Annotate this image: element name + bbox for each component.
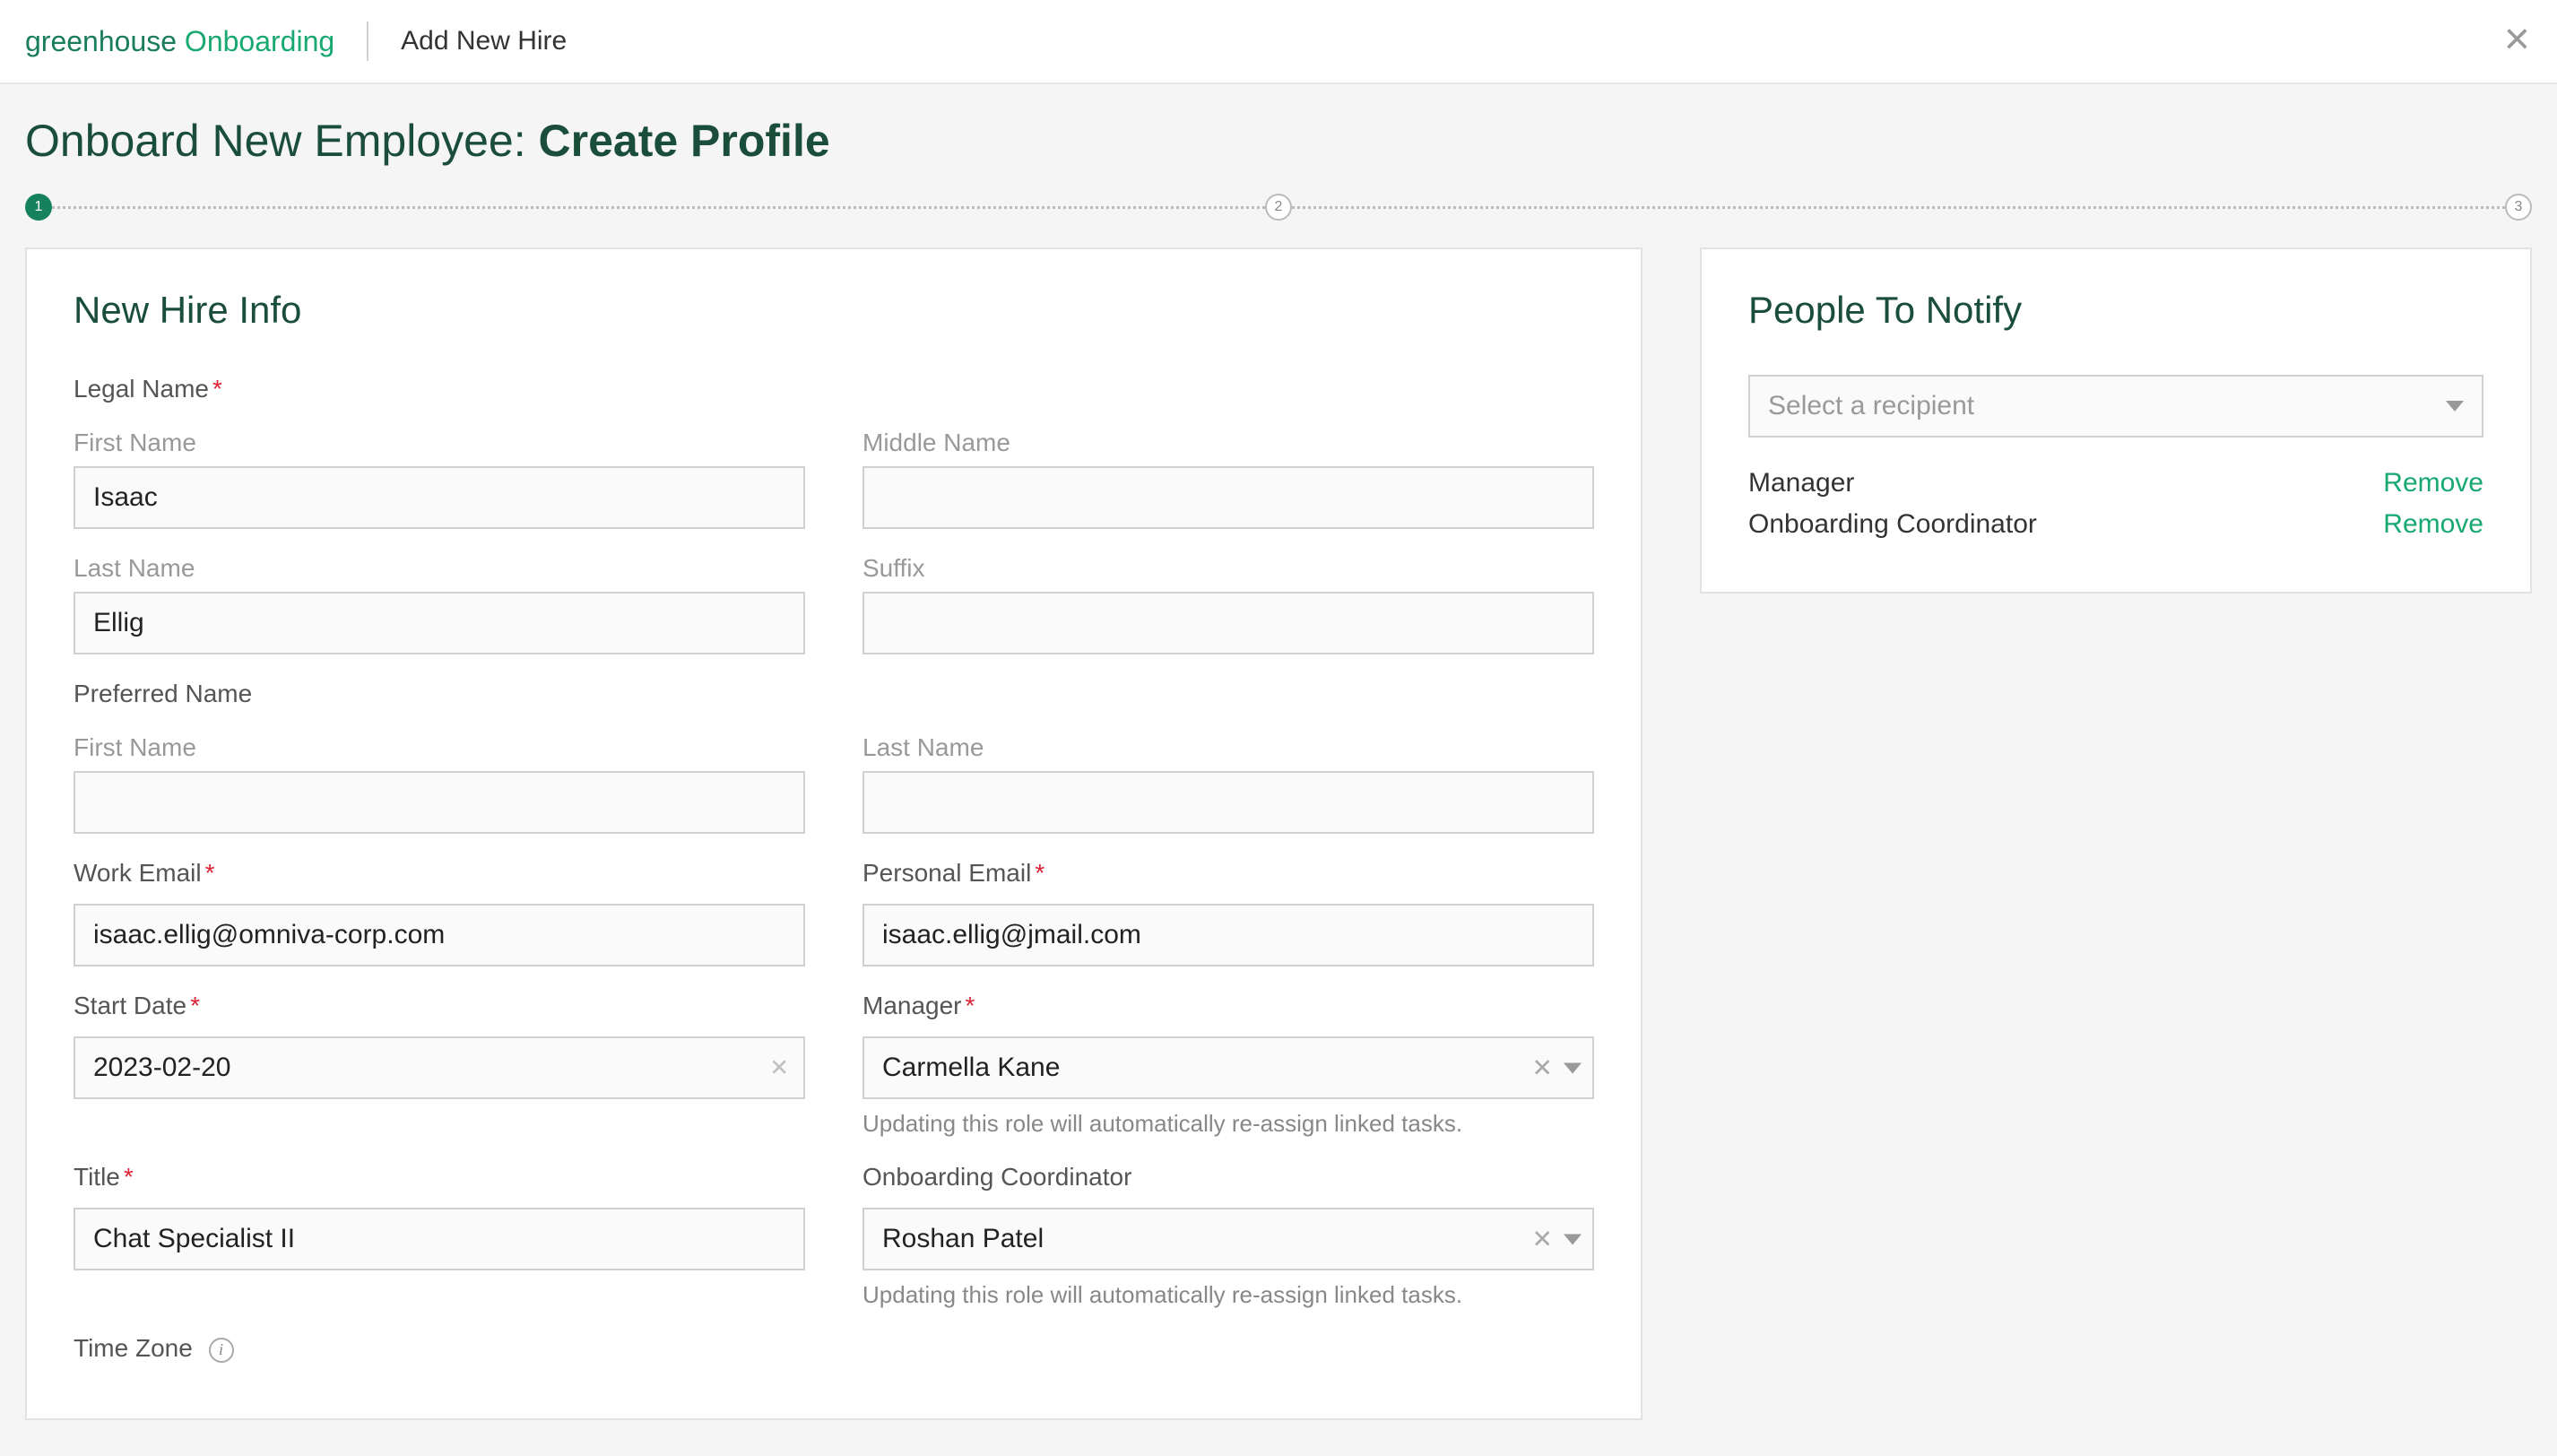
header-subtitle: Add New Hire	[401, 26, 567, 56]
start-date-label: Start Date*	[74, 992, 805, 1020]
logo-main: greenhouse	[25, 25, 177, 57]
work-email-input[interactable]	[74, 904, 805, 966]
preferred-name-section: Preferred Name First Name Last Name	[74, 680, 1594, 834]
app-logo: greenhouse Onboarding	[25, 25, 334, 58]
suffix-label: Suffix	[862, 554, 1594, 583]
new-hire-title: New Hire Info	[74, 289, 1594, 332]
page-title-prefix: Onboard New Employee:	[25, 116, 539, 166]
pref-first-input[interactable]	[74, 771, 805, 834]
step-3[interactable]: 3	[2505, 194, 2532, 221]
manager-select[interactable]	[862, 1036, 1594, 1099]
page-title-bold: Create Profile	[539, 116, 830, 166]
step-line-1-2	[52, 206, 1265, 209]
required-asterisk: *	[212, 375, 222, 403]
pref-last-label: Last Name	[862, 733, 1594, 762]
pref-first-label: First Name	[74, 733, 805, 762]
page-title: Onboard New Employee: Create Profile	[25, 115, 2532, 167]
first-name-label: First Name	[74, 429, 805, 457]
pref-last-input[interactable]	[862, 771, 1594, 834]
middle-name-input[interactable]	[862, 466, 1594, 529]
manager-helper: Updating this role will automatically re…	[862, 1110, 1594, 1138]
title-label: Title*	[74, 1163, 805, 1192]
content-area: New Hire Info Legal Name* First Name Mid…	[0, 247, 2557, 1456]
clear-coordinator-icon[interactable]: ✕	[1532, 1225, 1553, 1254]
preferred-name-label: Preferred Name	[74, 680, 1594, 708]
chevron-down-icon[interactable]	[1564, 1234, 1582, 1244]
coordinator-helper: Updating this role will automatically re…	[862, 1281, 1594, 1309]
step-2[interactable]: 2	[1265, 194, 1292, 221]
people-to-notify-card: People To Notify Select a recipient Mana…	[1700, 247, 2532, 594]
start-date-input[interactable]	[74, 1036, 805, 1099]
timezone-section: Time Zone i	[74, 1334, 1594, 1363]
manager-label: Manager*	[862, 992, 1594, 1020]
suffix-input[interactable]	[862, 592, 1594, 654]
notify-title: People To Notify	[1748, 289, 2483, 332]
header-divider	[367, 22, 368, 61]
chevron-down-icon	[2446, 401, 2464, 412]
app-header: greenhouse Onboarding Add New Hire ×	[0, 0, 2557, 84]
work-email-label: Work Email*	[74, 859, 805, 888]
chevron-down-icon[interactable]	[1564, 1062, 1582, 1073]
step-line-2-3	[1292, 206, 2505, 209]
clear-date-icon[interactable]: ✕	[769, 1054, 789, 1082]
legal-name-section: Legal Name* First Name Middle Name Last …	[74, 375, 1594, 654]
last-name-label: Last Name	[74, 554, 805, 583]
title-coordinator-section: Title* Onboarding Coordinator ✕ Updating…	[74, 1163, 1594, 1309]
remove-button[interactable]: Remove	[2383, 509, 2483, 540]
personal-email-label: Personal Email*	[862, 859, 1594, 888]
personal-email-input[interactable]	[862, 904, 1594, 966]
page-title-area: Onboard New Employee: Create Profile	[0, 84, 2557, 183]
notify-row: Onboarding Coordinator Remove	[1748, 504, 2483, 545]
step-1[interactable]: 1	[25, 194, 52, 221]
coordinator-label: Onboarding Coordinator	[862, 1163, 1594, 1192]
coordinator-select[interactable]	[862, 1208, 1594, 1270]
recipient-select[interactable]: Select a recipient	[1748, 375, 2483, 438]
notify-row: Manager Remove	[1748, 463, 2483, 504]
info-icon[interactable]: i	[209, 1338, 234, 1363]
remove-button[interactable]: Remove	[2383, 468, 2483, 498]
close-icon[interactable]: ×	[2504, 16, 2530, 61]
email-section: Work Email* Personal Email*	[74, 859, 1594, 966]
timezone-label: Time Zone i	[74, 1334, 1594, 1363]
first-name-input[interactable]	[74, 466, 805, 529]
notify-role: Manager	[1748, 468, 1854, 498]
middle-name-label: Middle Name	[862, 429, 1594, 457]
logo-sub: Onboarding	[185, 25, 334, 57]
progress-stepper: 1 2 3	[0, 183, 2557, 247]
start-manager-section: Start Date* ✕ Manager* ✕	[74, 992, 1594, 1138]
title-input[interactable]	[74, 1208, 805, 1270]
notify-role: Onboarding Coordinator	[1748, 509, 2037, 540]
legal-name-label: Legal Name*	[74, 375, 1594, 403]
recipient-placeholder: Select a recipient	[1768, 391, 1974, 421]
new-hire-card: New Hire Info Legal Name* First Name Mid…	[25, 247, 1643, 1420]
last-name-input[interactable]	[74, 592, 805, 654]
clear-manager-icon[interactable]: ✕	[1532, 1053, 1553, 1083]
